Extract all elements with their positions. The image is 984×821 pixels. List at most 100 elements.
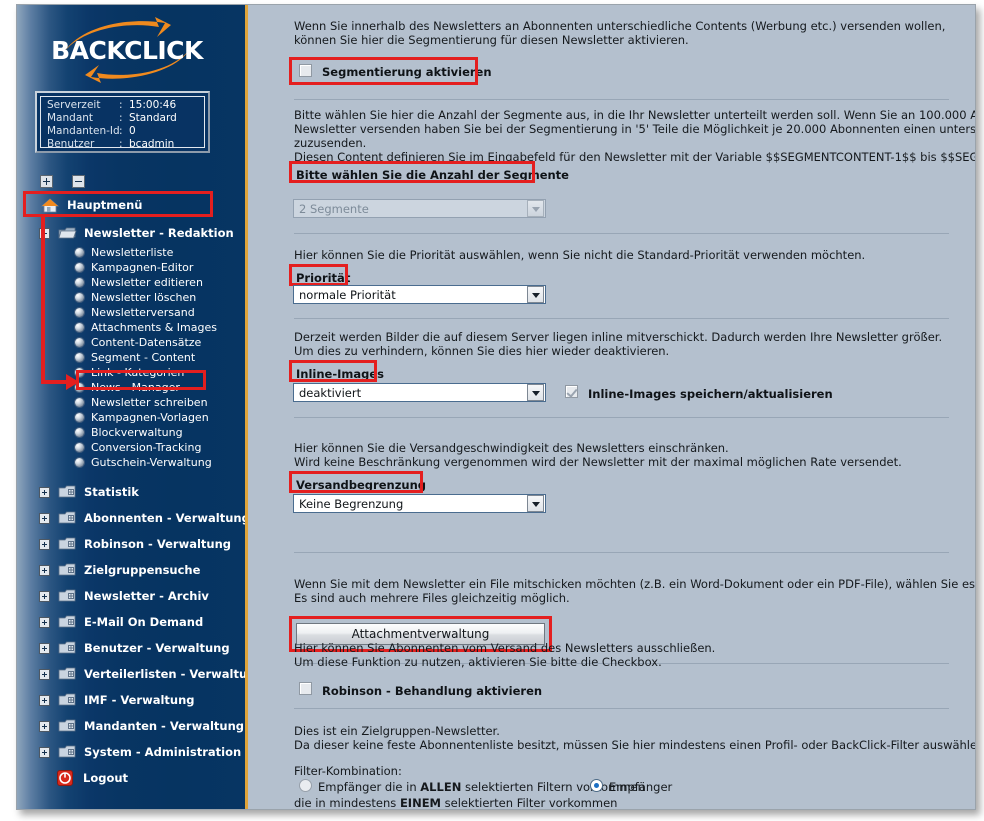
filter-kombination-label: Filter-Kombination: [294, 764, 402, 778]
sidebar-subitem-gutschein-verwaltung[interactable]: Gutschein-Verwaltung [17, 455, 245, 470]
sidebar-subitem-newsletterversand[interactable]: Newsletterversand [17, 305, 245, 320]
sidebar-group-verteilerlisten-verwaltung[interactable]: Verteilerlisten - Verwaltung [17, 661, 264, 687]
segmentierung-aktivieren-checkbox[interactable] [299, 64, 312, 77]
sidebar-group-statistik[interactable]: Statistik [17, 479, 245, 505]
sidebar-group-newsletter-archiv[interactable]: Newsletter - Archiv [17, 583, 245, 609]
backclick-logo[interactable]: BACKCLICK [35, 15, 220, 87]
sidebar-group-zielgruppensuche[interactable]: Zielgruppensuche [17, 557, 245, 583]
sidebar-group-label: Newsletter - Archiv [84, 589, 209, 603]
info-row-serverzeit: Serverzeit : 15:00:46 [47, 99, 204, 112]
sidebar-subitem-conversion-tracking[interactable]: Conversion-Tracking [17, 440, 245, 455]
expand-icon[interactable] [39, 668, 50, 680]
bullet-icon [75, 353, 84, 362]
sidebar-group-label: Statistik [84, 485, 139, 499]
inline-images-save-label: Inline-Images speichern/aktualisieren [588, 387, 833, 401]
sidebar-group-newsletter-redaktion[interactable]: Newsletter - Redaktion [17, 221, 245, 245]
section-divider [294, 417, 949, 418]
sidebar-subitem-label: Gutschein-Verwaltung [91, 456, 212, 469]
expand-icon[interactable] [39, 590, 50, 602]
segmentierung-aktivieren-label: Segmentierung aktivieren [322, 65, 492, 79]
expand-icon[interactable] [39, 642, 50, 654]
bullet-icon [75, 293, 84, 302]
sidebar-subitem-newsletterliste[interactable]: Newsletterliste [17, 245, 245, 260]
target-group-desc-line2: Da dieser keine feste Abonnentenliste be… [294, 738, 976, 752]
annotation-connector-line [41, 380, 68, 384]
sidebar-group-label: Abonnenten - Verwaltung [84, 511, 250, 525]
annotation-arrow-head [66, 374, 79, 390]
sidebar-subitem-attachments-images[interactable]: Attachments & Images [17, 320, 245, 335]
sidebar-subitem-segment-content[interactable]: Segment - Content [17, 350, 245, 365]
tree-controls [40, 171, 99, 190]
info-value: Standard [129, 112, 177, 124]
inline-images-label: Inline-Images [296, 367, 385, 381]
chevron-down-icon[interactable] [527, 286, 544, 303]
sidebar-group-system-administration[interactable]: System - Administration [17, 739, 245, 765]
segment-count-desc-line2: Newsletter versenden haben Sie bei der S… [294, 122, 976, 136]
filter-any-radio[interactable] [590, 779, 603, 792]
info-separator: : [119, 99, 123, 111]
send-limit-value: Keine Begrenzung [299, 496, 404, 511]
sidebar-group-robinson-verwaltung[interactable]: Robinson - Verwaltung [17, 531, 245, 557]
info-separator: : [119, 125, 123, 137]
chevron-down-icon[interactable] [527, 384, 544, 401]
robinson-behandlung-checkbox[interactable] [299, 682, 312, 695]
info-row-benutzer: Benutzer : bcadmin [47, 138, 204, 151]
send-limit-desc-line2: Wird keine Beschränkung vergenommen wird… [294, 455, 902, 469]
expand-icon[interactable] [39, 512, 50, 524]
folder-icon [58, 563, 78, 577]
sidebar-item-label: Hauptmenü [67, 198, 143, 212]
segment-count-select[interactable]: 2 Segmente [293, 199, 546, 218]
sidebar-subitem-newsletter-schreiben[interactable]: Newsletter schreiben [17, 395, 245, 410]
segment-count-desc-line1: Bitte wählen Sie hier die Anzahl der Seg… [294, 108, 975, 122]
folder-icon [58, 589, 78, 603]
filter-all-radio[interactable] [299, 779, 312, 792]
sidebar-group-abonnenten-verwaltung[interactable]: Abonnenten - Verwaltung [17, 505, 250, 531]
expand-icon[interactable] [39, 616, 50, 628]
inline-images-save-checkbox[interactable] [565, 385, 578, 398]
chevron-down-icon[interactable] [527, 495, 544, 512]
priority-select[interactable]: normale Priorität [293, 285, 546, 304]
sidebar-group-benutzer-verwaltung[interactable]: Benutzer - Verwaltung [17, 635, 245, 661]
attachmentverwaltung-button-label: Attachmentverwaltung [351, 627, 490, 641]
expand-icon[interactable] [39, 720, 50, 732]
sidebar-subitem-newsletter-editieren[interactable]: Newsletter editieren [17, 275, 245, 290]
sidebar-subitem-content-datensaetze[interactable]: Content-Datensätze [17, 335, 245, 350]
send-limit-select[interactable]: Keine Begrenzung [293, 494, 546, 513]
segment-count-value: 2 Segmente [299, 201, 369, 216]
inline-images-select[interactable]: deaktiviert [293, 383, 546, 402]
info-row-mandanten-id: Mandanten-Id : 0 [47, 125, 204, 138]
bullet-icon [75, 428, 84, 437]
robinson-desc-line2: Um diese Funktion zu nutzen, aktivieren … [294, 655, 662, 669]
sidebar-subitem-label: Segment - Content [91, 351, 196, 364]
expand-all-button[interactable] [40, 175, 53, 188]
collapse-all-button[interactable] [72, 175, 86, 188]
screenshot-root: BACKCLICK Serverzeit : 15:00:46 Mandant … [0, 0, 984, 821]
sidebar-group-email-on-demand[interactable]: E-Mail On Demand [17, 609, 245, 635]
expand-icon[interactable] [39, 564, 50, 576]
sidebar-subitem-kampagnen-vorlagen[interactable]: Kampagnen-Vorlagen [17, 410, 245, 425]
target-group-desc-line1: Dies ist ein Zielgruppen-Newsletter. [294, 724, 500, 738]
expand-icon[interactable] [39, 486, 50, 498]
app-window: BACKCLICK Serverzeit : 15:00:46 Mandant … [16, 4, 976, 810]
chevron-down-icon[interactable] [527, 200, 544, 217]
sidebar-subitem-kampagnen-editor[interactable]: Kampagnen-Editor [17, 260, 245, 275]
sidebar-item-label: Logout [83, 771, 129, 785]
sidebar-group-label: Zielgruppensuche [84, 563, 201, 577]
sidebar-subitem-blockverwaltung[interactable]: Blockverwaltung [17, 425, 245, 440]
folder-icon [58, 719, 78, 733]
segment-count-desc-line3: zuzusenden. [294, 136, 367, 150]
sidebar-item-hauptmenu[interactable]: Hauptmenü [17, 193, 245, 217]
sidebar-group-imf-verwaltung[interactable]: IMF - Verwaltung [17, 687, 245, 713]
filter-any-label-line2: die in mindestens EINEM selektierten Fil… [294, 796, 617, 809]
sidebar-subitem-link-kategorien[interactable]: Link - Kategorien [17, 365, 245, 380]
expand-icon[interactable] [39, 746, 50, 758]
sidebar-group-mandanten-verwaltung[interactable]: Mandanten - Verwaltung [17, 713, 245, 739]
sidebar-subitem-newsletter-loeschen[interactable]: Newsletter löschen [17, 290, 245, 305]
sidebar-group-label: Verteilerlisten - Verwaltung [84, 667, 264, 681]
expand-icon[interactable] [39, 694, 50, 706]
info-value: 15:00:46 [129, 99, 177, 111]
folder-icon [58, 693, 78, 707]
expand-icon[interactable] [39, 538, 50, 550]
bullet-icon [75, 263, 84, 272]
sidebar-item-logout[interactable]: Logout [17, 765, 245, 791]
